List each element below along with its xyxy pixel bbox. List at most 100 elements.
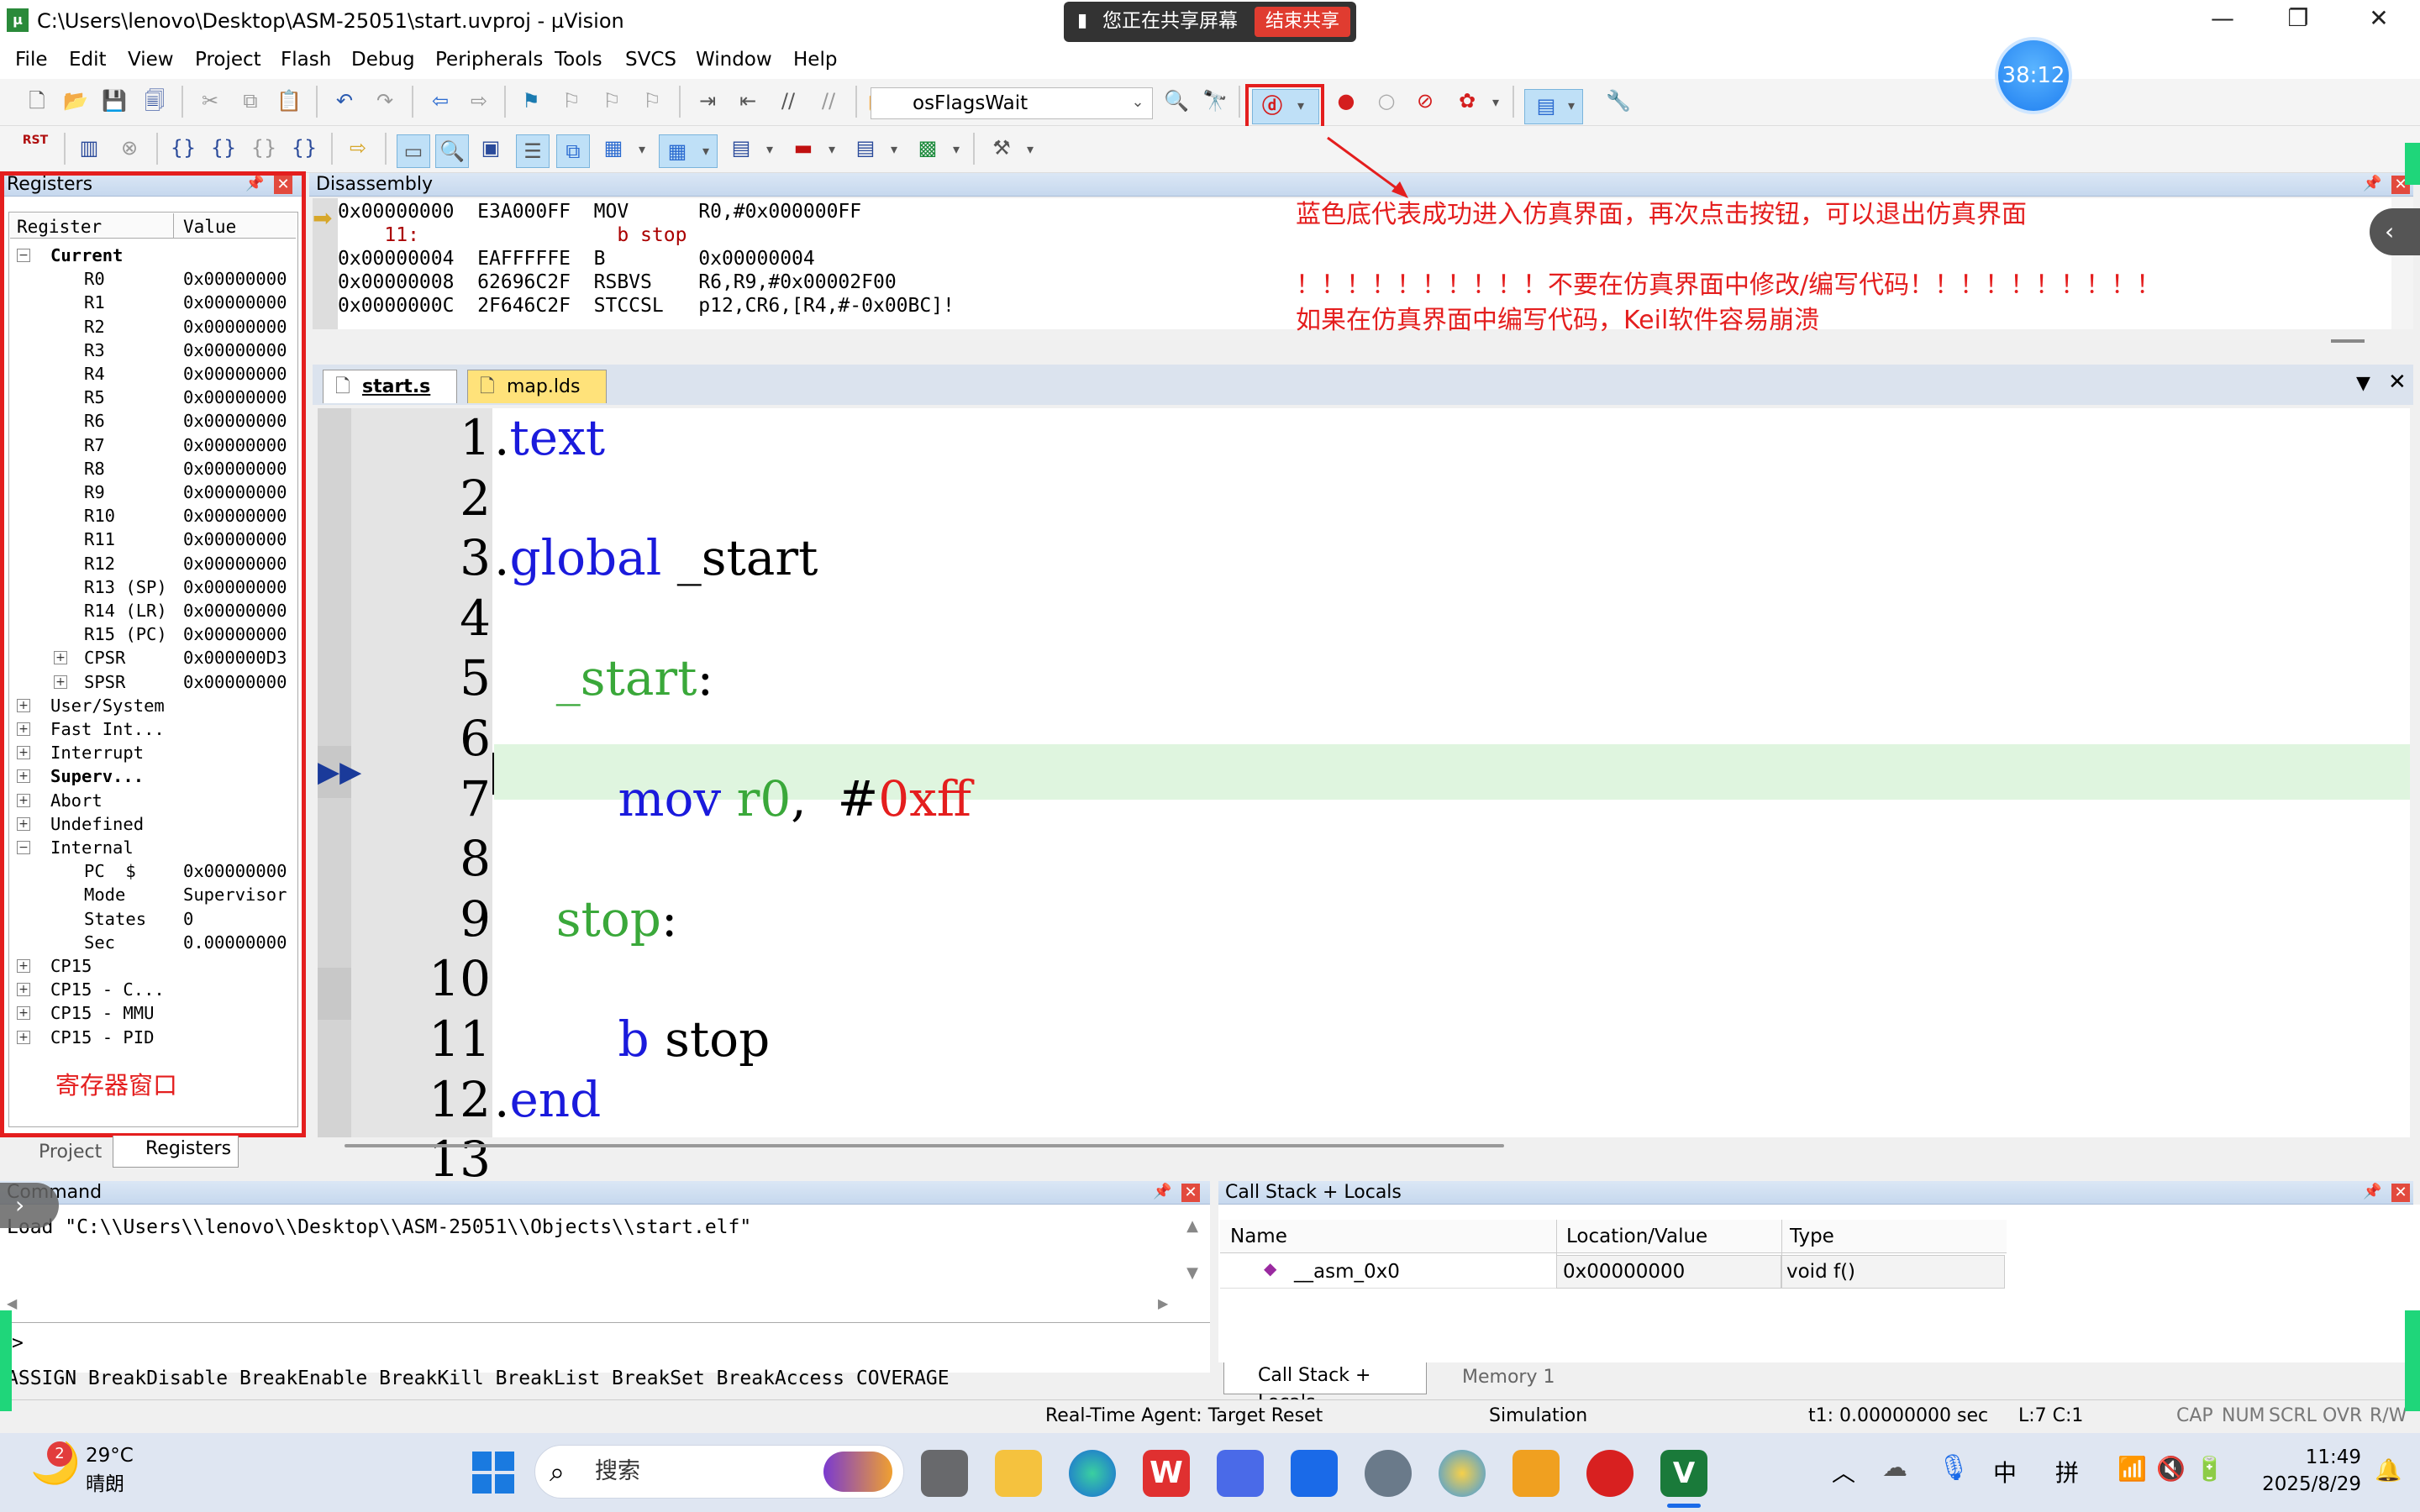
register-row[interactable]: + CP15 - MMU (10, 1001, 296, 1025)
chevron-down-icon[interactable]: ▾ (1015, 134, 1045, 165)
watch-window-icon[interactable]: ▦ (598, 133, 629, 163)
keil-uvision-icon[interactable]: V (1660, 1450, 1707, 1497)
uncomment-icon[interactable]: // (813, 86, 844, 116)
menu-debug[interactable]: Debug (351, 44, 415, 76)
register-row[interactable]: + User/System (10, 694, 296, 717)
register-row[interactable]: Mode Supervisor (10, 883, 296, 906)
register-row[interactable]: + Abort (10, 789, 296, 812)
close-tab-icon[interactable]: ✕ (2388, 370, 2407, 395)
code-line[interactable]: stop: (494, 891, 678, 947)
close-button[interactable]: ✕ (2349, 2, 2408, 35)
disable-breakpoints-icon[interactable]: ⊘ (1410, 86, 1440, 116)
save-all-icon[interactable]: 🗐 (139, 86, 170, 116)
microphone-icon[interactable]: 🎙 (1938, 1453, 1970, 1483)
register-row[interactable]: R15 (PC) 0x00000000 (10, 622, 296, 646)
column-value[interactable]: Value (183, 215, 236, 239)
indent-icon[interactable]: ⇥ (692, 86, 723, 116)
nav-forward-icon[interactable]: ⇨ (464, 86, 494, 116)
chevron-down-icon[interactable]: ▾ (1481, 87, 1511, 118)
register-row[interactable]: R4 0x00000000 (10, 362, 296, 386)
register-row[interactable]: + SPSR 0x00000000 (10, 670, 296, 694)
enable-breakpoint-icon[interactable]: ○ (1371, 86, 1402, 116)
register-value[interactable]: 0x00000000 (183, 433, 287, 457)
chevron-down-icon[interactable]: ⌄ (1123, 87, 1153, 118)
code-line[interactable]: _start: (494, 650, 713, 706)
start-windows-icon[interactable] (472, 1452, 514, 1494)
menu-flash[interactable]: Flash (281, 44, 331, 76)
register-value[interactable]: 0x00000000 (183, 480, 287, 504)
step-over-icon[interactable]: {} (208, 133, 239, 163)
expand-icon[interactable]: + (17, 983, 30, 997)
tab-registers[interactable]: Registers (113, 1136, 239, 1168)
open-folder-icon[interactable]: 📂 (60, 86, 91, 116)
register-row[interactable]: R9 0x00000000 (10, 480, 296, 504)
register-row[interactable]: R0 0x00000000 (10, 267, 296, 291)
next-bookmark-icon[interactable]: ⚐ (597, 86, 627, 116)
toolbox-icon[interactable]: ⚒ (986, 133, 1017, 163)
settings-gear-icon[interactable] (1365, 1450, 1412, 1497)
save-icon[interactable]: 💾 (99, 86, 129, 116)
tab-start-s[interactable]: 🗋 start.s (323, 370, 457, 403)
side-expand-button[interactable]: ‹ (2370, 208, 2420, 255)
menu-help[interactable]: Help (793, 44, 837, 76)
system-viewer-icon[interactable]: ▩ (913, 133, 943, 163)
ime-pinyin[interactable]: 拼 (2055, 1455, 2079, 1488)
close-icon[interactable]: ✕ (2391, 1184, 2410, 1202)
run-to-cursor-icon[interactable]: {} (289, 133, 319, 163)
expand-icon[interactable]: + (17, 816, 30, 831)
clock-date[interactable]: 2025/8/29 (2245, 1472, 2361, 1497)
chevron-down-icon[interactable]: ▾ (755, 134, 785, 165)
register-row[interactable]: + Superv... (10, 764, 296, 788)
incremental-find-icon[interactable]: 🔭 (1200, 86, 1230, 116)
register-row[interactable]: R3 0x00000000 (10, 339, 296, 362)
register-value[interactable]: 0x00000000 (183, 386, 287, 409)
expand-icon[interactable]: + (17, 769, 30, 784)
register-row[interactable]: + CP15 - PID (10, 1026, 296, 1049)
collapse-icon[interactable]: − (17, 841, 30, 854)
column-location[interactable]: Location/Value (1566, 1220, 1707, 1253)
register-row[interactable]: R12 0x00000000 (10, 552, 296, 575)
chevron-down-icon[interactable]: ▾ (1556, 91, 1586, 121)
register-row[interactable]: R6 0x00000000 (10, 409, 296, 433)
task-view-icon[interactable] (921, 1450, 968, 1497)
register-value[interactable]: 0x00000000 (183, 504, 287, 528)
menu-window[interactable]: Window (696, 44, 772, 76)
register-row[interactable]: R10 0x00000000 (10, 504, 296, 528)
comment-icon[interactable]: // (773, 86, 803, 116)
register-row[interactable]: + CP15 (10, 954, 296, 978)
register-value[interactable]: 0x00000000 (183, 457, 287, 480)
register-value[interactable]: 0x00000000 (183, 622, 287, 646)
serial-window-icon[interactable]: ▤ (726, 133, 756, 163)
analysis-window-icon[interactable]: ▬ (788, 133, 818, 163)
column-type[interactable]: Type (1790, 1220, 1834, 1253)
chevron-down-icon[interactable]: ▾ (879, 134, 909, 165)
kill-breakpoints-icon[interactable]: ✿ (1452, 86, 1482, 116)
close-icon[interactable]: ✕ (274, 176, 292, 194)
register-value[interactable]: 0x00000000 (183, 339, 287, 362)
tab-list-chevron-down-icon[interactable]: ▼ (2356, 373, 2370, 394)
remote-app-icon[interactable] (1512, 1450, 1560, 1497)
weather-desc[interactable]: 晴朗 (86, 1472, 124, 1497)
register-row[interactable]: PC $ 0x00000000 (10, 859, 296, 883)
meeting-timer[interactable]: 38:12 (1995, 37, 2072, 114)
code-line[interactable]: b stop (494, 1011, 771, 1067)
register-value[interactable]: 0x00000000 (183, 552, 287, 575)
minimize-button[interactable]: — (2193, 2, 2252, 35)
register-row[interactable]: R8 0x00000000 (10, 457, 296, 480)
unindent-icon[interactable]: ⇤ (733, 86, 763, 116)
run-icon[interactable]: ▥ (74, 133, 104, 163)
register-row[interactable]: R1 0x00000000 (10, 291, 296, 314)
register-value[interactable]: Supervisor (183, 883, 287, 906)
close-icon[interactable]: ✕ (1181, 1184, 1200, 1202)
menu-peripherals[interactable]: Peripherals (435, 44, 543, 76)
register-value[interactable]: 0x00000000 (183, 859, 287, 883)
pin-icon[interactable]: 📌 (2363, 1183, 2381, 1200)
register-row[interactable]: + Fast Int... (10, 717, 296, 741)
end-share-button[interactable]: 结束共享 (1255, 7, 1350, 37)
code-line[interactable]: .global _start (494, 530, 818, 585)
register-row[interactable]: States 0 (10, 907, 296, 931)
menu-file[interactable]: File (15, 44, 48, 76)
register-value[interactable]: 0x00000000 (183, 670, 287, 694)
register-value[interactable]: 0x00000000 (183, 599, 287, 622)
redo-icon[interactable]: ↷ (370, 86, 400, 116)
